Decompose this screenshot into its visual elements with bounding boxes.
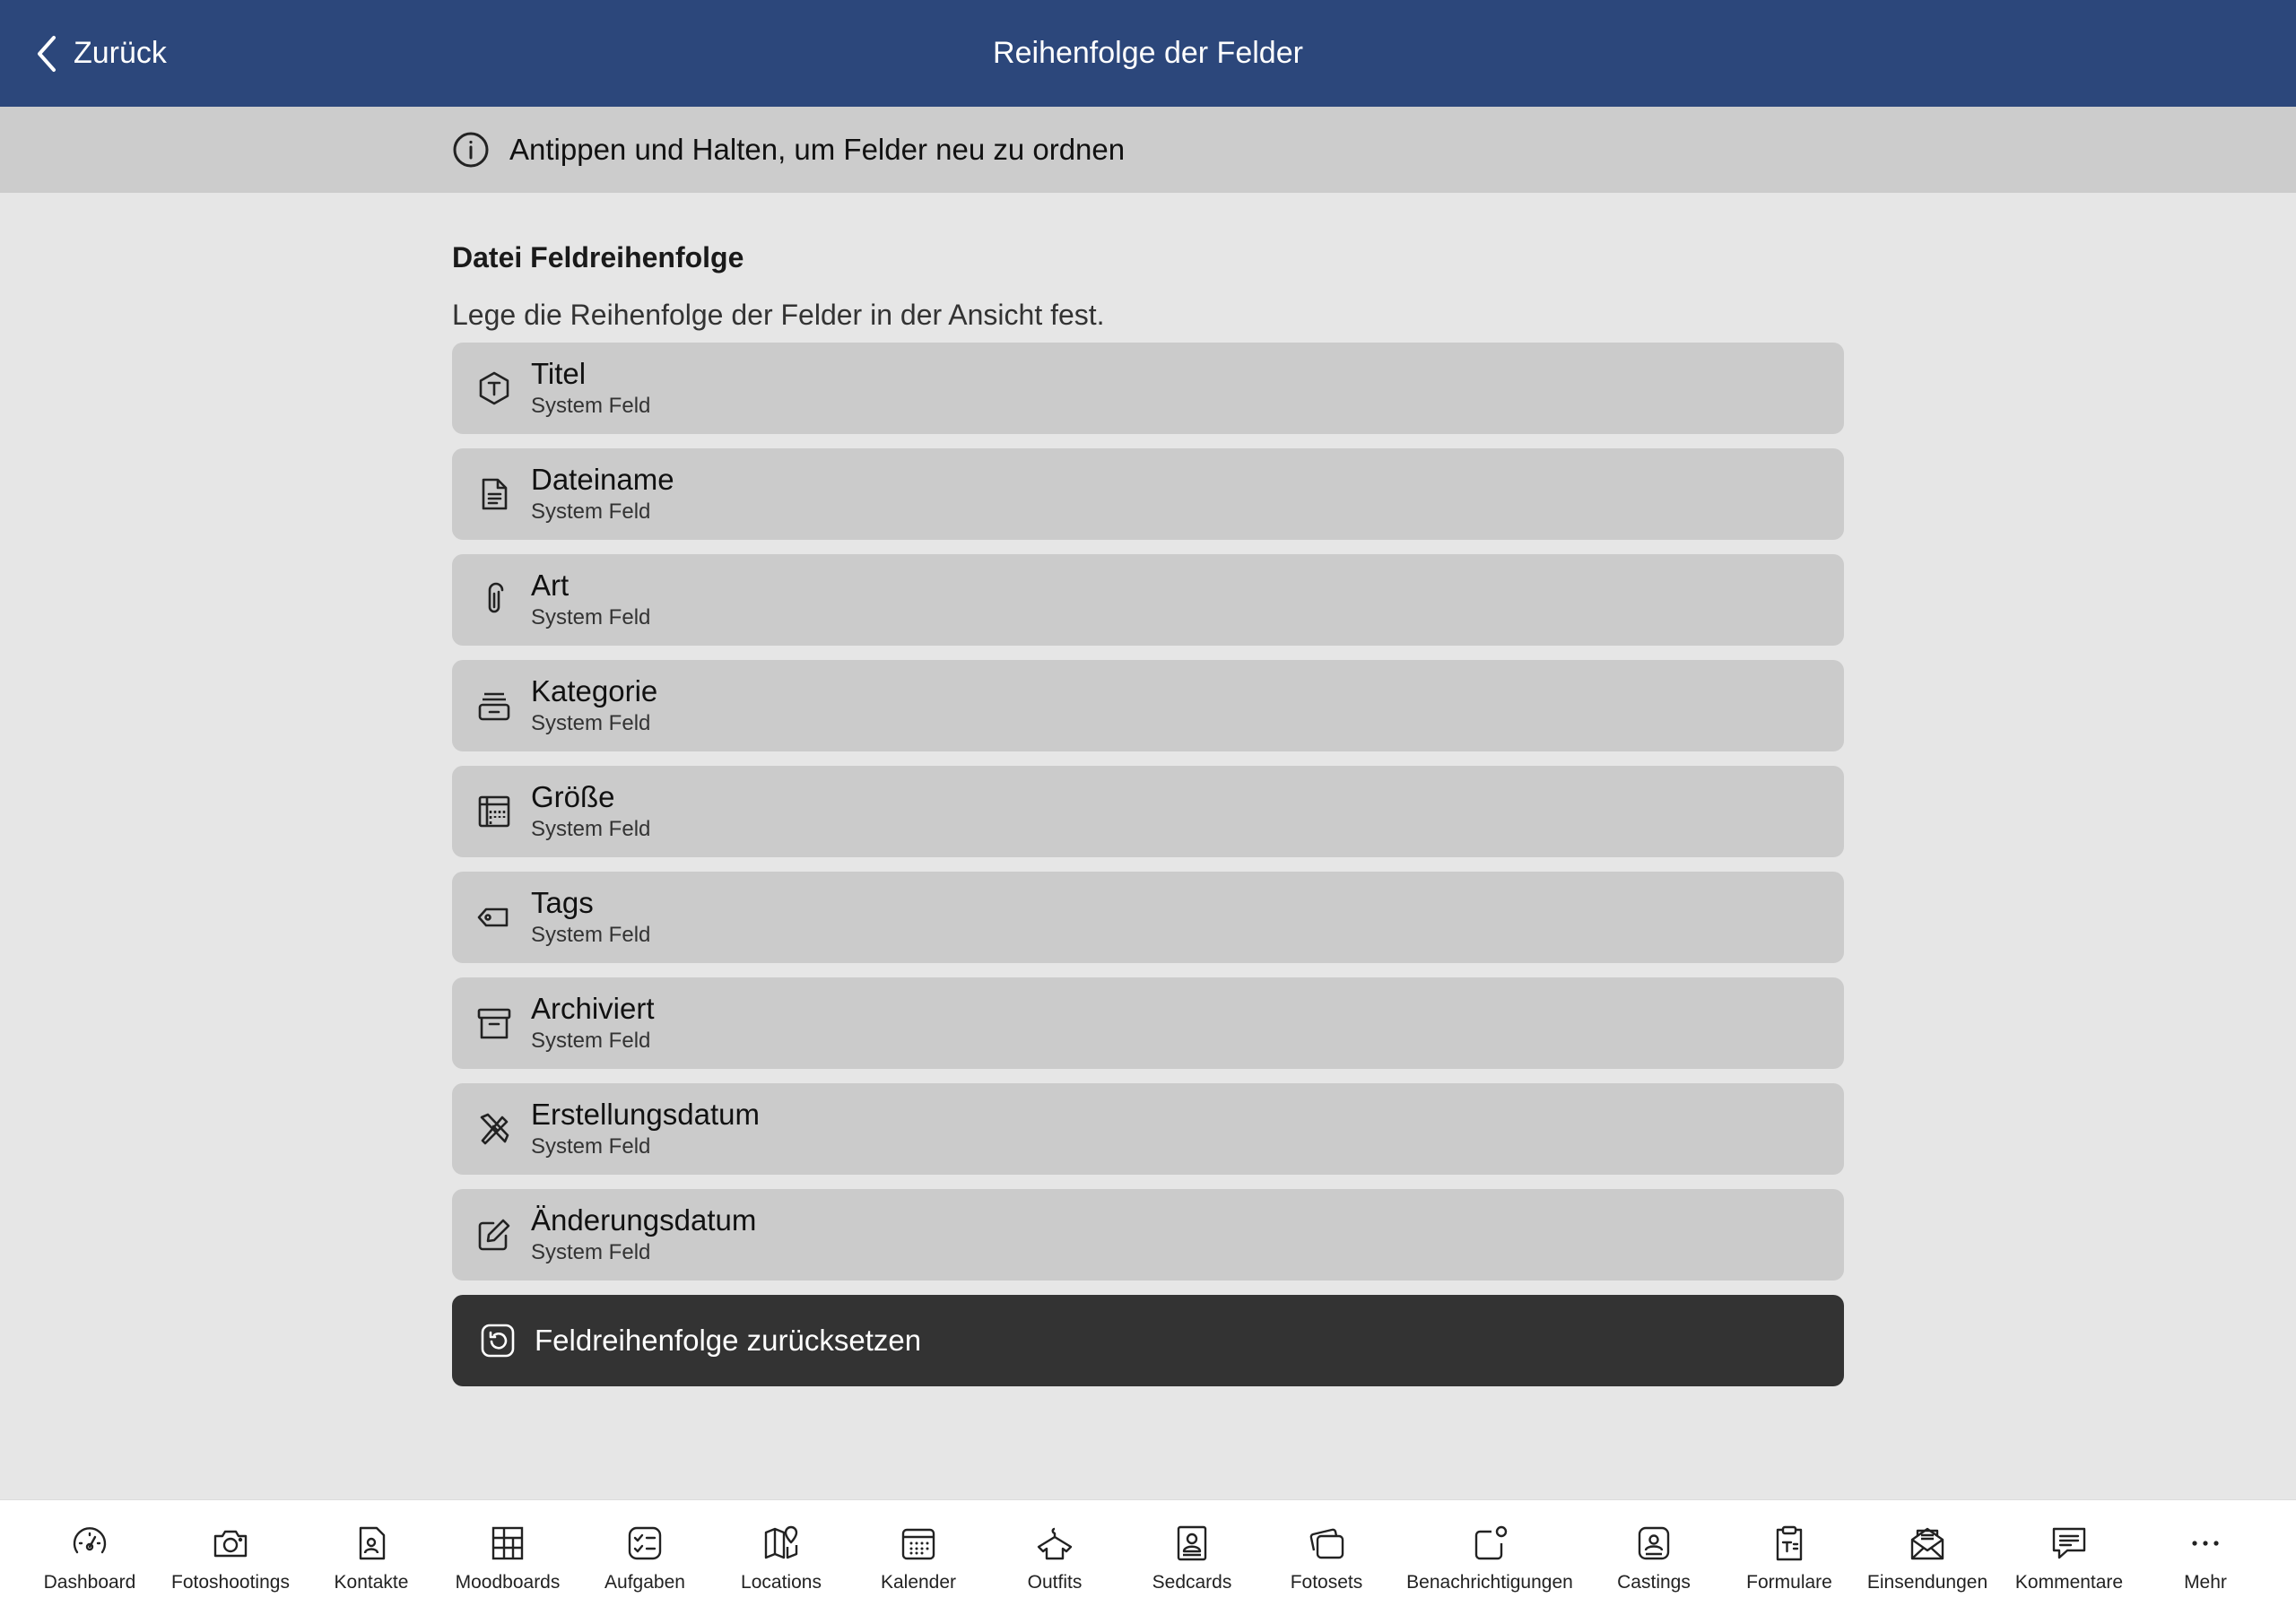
field-row-groesse[interactable]: Größe System Feld <box>452 766 1844 857</box>
tab-label: Outfits <box>1027 1572 1083 1593</box>
tab-label: Fotosets <box>1290 1572 1363 1593</box>
info-banner: Antippen und Halten, um Felder neu zu or… <box>0 107 2296 193</box>
edit-icon <box>475 1216 513 1254</box>
tab-label: Fotoshootings <box>171 1572 290 1593</box>
tab-label: Kalender <box>880 1572 957 1593</box>
field-type: System Feld <box>531 605 651 630</box>
checklist-icon <box>628 1526 662 1560</box>
field-row-erstellungsdatum[interactable]: Erstellungsdatum System Feld <box>452 1083 1844 1175</box>
clipboard-icon <box>1776 1525 1803 1561</box>
section-title: Datei Feldreihenfolge <box>452 241 744 274</box>
field-type: System Feld <box>531 923 651 947</box>
photosets-icon <box>1309 1528 1344 1559</box>
field-type: System Feld <box>531 394 651 418</box>
tab-label: Formulare <box>1746 1572 1832 1593</box>
field-row-dateiname[interactable]: Dateiname System Feld <box>452 448 1844 540</box>
field-order-section: Datei Feldreihenfolge Lege die Reihenfol… <box>452 235 1844 1386</box>
more-icon <box>2192 1541 2219 1546</box>
gauge-icon <box>73 1527 107 1554</box>
tab-label: Mehr <box>2184 1572 2227 1593</box>
field-row-art[interactable]: Art System Feld <box>452 554 1844 646</box>
bottom-tab-bar: Dashboard Fotoshootings Kontakte Moodboa… <box>0 1499 2296 1615</box>
tab-benachrichtigungen[interactable]: Benachrichtigungen <box>1400 1500 1579 1615</box>
tab-label: Dashboard <box>43 1572 136 1593</box>
field-row-aenderungsdatum[interactable]: Änderungsdatum System Feld <box>452 1189 1844 1281</box>
title-hexagon-icon <box>475 369 513 407</box>
camera-icon <box>213 1530 248 1558</box>
info-text: Antippen und Halten, um Felder neu zu or… <box>509 133 1126 166</box>
reset-icon <box>479 1322 517 1359</box>
page-title: Reihenfolge der Felder <box>993 36 1303 70</box>
paperclip-icon <box>475 581 513 619</box>
field-list: Titel System Feld Dateiname System Feld Ar… <box>452 343 1844 1386</box>
field-type: System Feld <box>531 1134 651 1159</box>
field-label: Archiviert <box>531 992 655 1025</box>
field-type: System Feld <box>531 499 651 524</box>
grid-board-icon <box>491 1526 524 1560</box>
sedcard-icon <box>1177 1525 1207 1561</box>
tab-label: Moodboards <box>455 1572 561 1593</box>
field-label: Kategorie <box>531 674 658 708</box>
tab-label: Einsendungen <box>1866 1572 1988 1593</box>
info-icon <box>453 132 489 168</box>
notification-icon <box>1474 1525 1508 1560</box>
field-label: Tags <box>531 886 594 919</box>
field-type: System Feld <box>531 1029 651 1053</box>
casting-icon <box>1638 1526 1670 1560</box>
field-label: Erstellungsdatum <box>531 1098 760 1131</box>
field-label: Dateiname <box>531 463 674 496</box>
field-row-titel[interactable]: Titel System Feld <box>452 343 1844 434</box>
top-navigation-bar: Zurück Reihenfolge der Felder <box>0 0 2296 107</box>
tab-label: Benachrichtigungen <box>1406 1572 1573 1593</box>
field-label: Größe <box>531 780 615 813</box>
field-type: System Feld <box>531 711 651 735</box>
tab-label: Aufgaben <box>604 1572 685 1593</box>
field-row-kategorie[interactable]: Kategorie System Feld <box>452 660 1844 751</box>
contact-icon <box>359 1526 386 1560</box>
ruler-icon <box>475 793 513 830</box>
tag-icon <box>475 899 513 936</box>
reset-field-order-button[interactable]: Feldreihenfolge zurücksetzen <box>452 1295 1844 1386</box>
back-label: Zurück <box>74 36 167 70</box>
field-label: Änderungsdatum <box>531 1203 757 1237</box>
field-label: Titel <box>531 357 587 390</box>
field-type: System Feld <box>531 1240 651 1264</box>
field-label: Art <box>531 569 570 602</box>
field-type: System Feld <box>531 817 651 841</box>
reset-label: Feldreihenfolge zurücksetzen <box>535 1324 922 1357</box>
tab-label: Kontakte <box>334 1572 409 1593</box>
tab-label: Castings <box>1617 1572 1691 1593</box>
tab-label: Kommentare <box>2014 1572 2124 1593</box>
back-button[interactable]: Zurück <box>32 0 167 107</box>
tray-icon <box>475 687 513 725</box>
shirt-icon <box>1037 1527 1073 1560</box>
chevron-left-icon <box>38 35 56 72</box>
field-row-archiviert[interactable]: Archiviert System Feld <box>452 977 1844 1069</box>
calendar-icon <box>901 1528 935 1560</box>
archive-box-icon <box>475 1004 513 1042</box>
field-row-tags[interactable]: Tags System Feld <box>452 872 1844 963</box>
comment-icon <box>2052 1527 2086 1559</box>
mail-icon <box>1910 1527 1944 1560</box>
section-description: Lege die Reihenfolge der Felder in der A… <box>452 299 1105 331</box>
tab-label: Locations <box>741 1572 822 1593</box>
tab-mehr[interactable]: Mehr <box>2116 1500 2295 1615</box>
tools-icon <box>475 1110 513 1148</box>
document-icon <box>475 475 513 513</box>
tab-label: Sedcards <box>1152 1572 1232 1593</box>
tab-fotosets[interactable]: Fotosets <box>1237 1500 1416 1615</box>
map-pin-icon <box>764 1525 798 1559</box>
